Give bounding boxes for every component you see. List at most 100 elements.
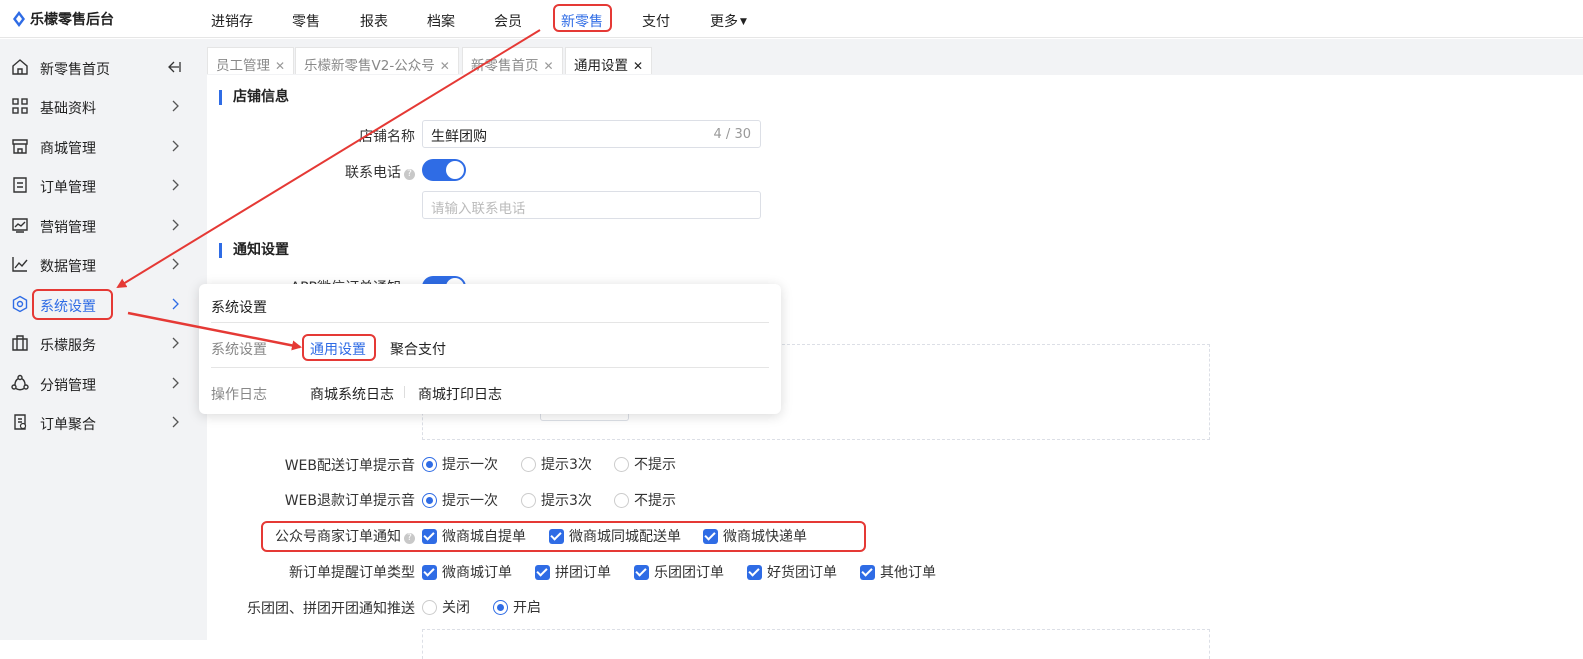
close-icon[interactable]: ✕ xyxy=(633,59,643,73)
flyout-link-mall-print-log[interactable]: 商城打印日志 xyxy=(418,384,502,404)
radio-label: 开启 xyxy=(513,600,541,616)
new-order-type-label: 新订单提醒订单类型 xyxy=(289,565,415,581)
sidebar-item-marketing[interactable]: 营销管理 xyxy=(0,207,195,243)
sidebar-item-basic-data[interactable]: 基础资料 xyxy=(0,88,195,124)
sidebar-item-orders[interactable]: 订单管理 xyxy=(0,167,195,203)
radio-delivery-three[interactable]: 提示3次 xyxy=(521,454,592,474)
chevron-right-icon xyxy=(172,179,179,191)
top-bar: 乐檬零售后台 进销存 零售 报表 档案 会员 新零售 支付 更多 ▼ xyxy=(0,0,1583,38)
logo-icon xyxy=(13,11,25,27)
sidebar-item-order-aggregation[interactable]: 订单聚合 xyxy=(0,404,195,440)
nav-retail[interactable]: 零售 xyxy=(292,11,320,31)
radio-label: 不提示 xyxy=(634,493,676,509)
sidebar-item-label: 分销管理 xyxy=(40,378,96,394)
radio-label: 提示3次 xyxy=(541,493,592,509)
flyout-link-mall-system-log[interactable]: 商城系统日志 xyxy=(310,384,394,404)
check-label: 好货团订单 xyxy=(767,565,837,581)
clipboard-icon xyxy=(14,414,27,430)
shop-name-label: 店铺名称 xyxy=(359,129,415,145)
check-label: 微商城订单 xyxy=(442,565,512,581)
settings-box-bottom xyxy=(422,629,1210,659)
radio-delivery-none[interactable]: 不提示 xyxy=(614,454,676,474)
check-mall-order[interactable]: 微商城订单 xyxy=(422,562,512,582)
radio-group-off[interactable]: 关闭 xyxy=(422,597,470,617)
radio-refund-once[interactable]: 提示一次 xyxy=(422,490,498,510)
radio-delivery-once[interactable]: 提示一次 xyxy=(422,454,498,474)
check-group-order[interactable]: 拼团订单 xyxy=(535,562,611,582)
web-refund-sound-label: WEB退款订单提示音 xyxy=(284,493,415,509)
hexagon-settings-icon xyxy=(12,295,28,313)
radio-dot xyxy=(422,599,437,615)
sidebar-item-label: 乐檬服务 xyxy=(40,338,96,354)
checkbox-box xyxy=(535,564,550,580)
sidebar-item-distribution[interactable]: 分销管理 xyxy=(0,365,195,401)
close-icon[interactable]: ✕ xyxy=(440,59,450,73)
help-icon[interactable]: ? xyxy=(404,169,415,180)
sidebar-item-lemeng-service[interactable]: 乐檬服务 xyxy=(0,325,195,361)
nav-archive[interactable]: 档案 xyxy=(427,11,455,31)
share-icon xyxy=(11,374,29,391)
flyout-link-aggregate-payment[interactable]: 聚合支付 xyxy=(390,339,446,359)
chevron-right-icon xyxy=(172,140,179,152)
radio-label: 提示3次 xyxy=(541,457,592,473)
checkbox-box xyxy=(747,564,762,580)
annotation-box-mp-notify xyxy=(261,521,866,552)
check-other-order[interactable]: 其他订单 xyxy=(860,562,936,582)
chevron-right-icon xyxy=(172,100,179,112)
chart-icon xyxy=(12,257,28,272)
collapse-sidebar-icon[interactable] xyxy=(167,61,181,73)
section-notify: 通知设置 xyxy=(219,243,289,258)
system-settings-flyout: 系统设置 系统设置 通用设置 聚合支付 操作日志 商城系统日志 商城打印日志 xyxy=(199,284,781,414)
sidebar-item-label: 数据管理 xyxy=(40,259,96,275)
phone-toggle[interactable] xyxy=(422,159,466,181)
grid-icon xyxy=(12,98,28,114)
radio-dot xyxy=(493,599,508,615)
tab-wechat-official[interactable]: 乐檬新零售V2-公众号 ✕ xyxy=(295,47,459,74)
radio-label: 关闭 xyxy=(442,600,470,616)
annotation-box-new-retail xyxy=(553,4,612,32)
nav-more-label: 更多 xyxy=(710,14,738,30)
nav-payment[interactable]: 支付 xyxy=(642,11,670,31)
radio-refund-three[interactable]: 提示3次 xyxy=(521,490,592,510)
nav-reports[interactable]: 报表 xyxy=(360,11,388,31)
radio-dot xyxy=(521,456,536,472)
tab-label: 员工管理 xyxy=(216,58,270,74)
store-icon xyxy=(12,139,28,154)
phone-label: 联系电话? xyxy=(345,162,415,182)
sidebar-item-data[interactable]: 数据管理 xyxy=(0,246,195,282)
sidebar-item-mall[interactable]: 商城管理 xyxy=(0,128,195,164)
chevron-right-icon xyxy=(172,219,179,231)
phone-input[interactable]: 请输入联系电话 xyxy=(422,191,761,219)
check-letuantuan-order[interactable]: 乐团团订单 xyxy=(634,562,724,582)
chevron-right-icon xyxy=(172,337,179,349)
sidebar-item-label: 营销管理 xyxy=(40,220,96,236)
tab-label: 新零售首页 xyxy=(471,58,539,74)
check-haohuotuan-order[interactable]: 好货团订单 xyxy=(747,562,837,582)
nav-members[interactable]: 会员 xyxy=(494,11,522,31)
divider xyxy=(211,322,769,323)
radio-refund-none[interactable]: 不提示 xyxy=(614,490,676,510)
nav-inventory[interactable]: 进销存 xyxy=(211,11,253,31)
tab-general-settings[interactable]: 通用设置 ✕ xyxy=(565,47,653,74)
chevron-right-icon xyxy=(172,298,179,310)
nav-more[interactable]: 更多 ▼ xyxy=(710,11,747,31)
checkbox-box xyxy=(860,564,875,580)
radio-dot xyxy=(521,492,536,508)
close-icon[interactable]: ✕ xyxy=(275,59,285,73)
app-title: 乐檬零售后台 xyxy=(30,12,114,28)
sidebar-item-label: 订单聚合 xyxy=(40,417,96,433)
tab-new-retail-home[interactable]: 新零售首页 ✕ xyxy=(462,47,563,74)
radio-label: 提示一次 xyxy=(442,457,498,473)
app-logo[interactable]: 乐檬零售后台 xyxy=(12,9,114,29)
web-delivery-sound-label: WEB配送订单提示音 xyxy=(284,458,415,474)
divider xyxy=(404,386,405,398)
shop-name-input[interactable]: 生鲜团购 4 / 30 xyxy=(422,120,761,148)
phone-label-text: 联系电话 xyxy=(345,165,401,181)
flyout-title: 系统设置 xyxy=(211,300,267,316)
sidebar-item-new-retail-home[interactable]: 新零售首页 xyxy=(0,49,195,85)
tab-bar: 员工管理 ✕ 乐檬新零售V2-公众号 ✕ 新零售首页 ✕ 通用设置 ✕ xyxy=(207,39,1583,75)
radio-group-on[interactable]: 开启 xyxy=(493,597,541,617)
tab-staff-management[interactable]: 员工管理 ✕ xyxy=(207,47,295,74)
sidebar: 新零售首页 基础资料 商城管理 订单管理 营销管理 数据管理 系统设置 乐檬服务 xyxy=(0,39,207,640)
close-icon[interactable]: ✕ xyxy=(544,59,554,73)
